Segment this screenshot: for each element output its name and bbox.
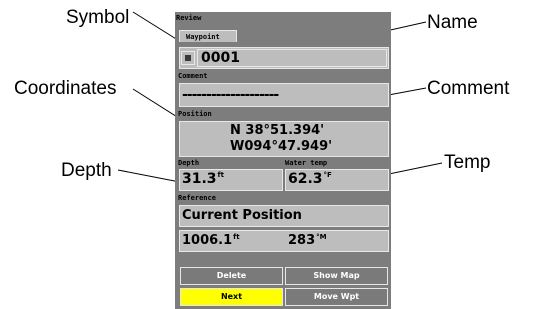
reference-field[interactable]: Current Position [179, 205, 389, 227]
name-value: 0001 [201, 50, 240, 66]
name-field[interactable]: 0001 [197, 49, 387, 67]
reference-label: Reference [178, 194, 216, 202]
symbol-callout: Symbol [66, 7, 130, 28]
waypoint-symbol-button[interactable] [181, 51, 195, 65]
tab-waypoint-label: Waypoint [186, 33, 220, 41]
distance-bearing-field: 1006.1ft 283°M [179, 230, 389, 252]
comment-label: Comment [178, 72, 208, 80]
distance-value: 1006.1ft [182, 233, 240, 248]
distance-number: 1006.1 [182, 233, 233, 248]
tab-waypoint[interactable]: Waypoint [179, 30, 237, 42]
depth-value: 31.3ft [182, 171, 224, 187]
depth-unit: ft [217, 171, 224, 179]
bearing-unit: °M [316, 233, 327, 241]
comment-callout: Comment [427, 78, 510, 99]
depth-field: 31.3ft [179, 169, 283, 191]
position-field[interactable]: N 38°51.394' W094°47.949' [179, 121, 389, 157]
reference-value: Current Position [182, 208, 302, 223]
water-temp-value: 62.3°F [288, 171, 332, 187]
depth-number: 31.3 [182, 171, 217, 187]
waypoint-review-screen: Review Waypoint 0001 Comment -----------… [175, 12, 391, 309]
water-temp-field: 62.3°F [285, 169, 389, 191]
depth-callout: Depth [61, 160, 112, 181]
water-temp-unit: °F [323, 171, 332, 179]
next-button[interactable]: Next [180, 288, 283, 306]
depth-label: Depth [178, 159, 200, 167]
bearing-number: 283 [288, 233, 316, 248]
comment-value: -------------------- [182, 87, 279, 103]
distance-unit: ft [233, 233, 240, 241]
temp-callout: Temp [444, 152, 491, 173]
bearing-value: 283°M [288, 233, 327, 248]
comment-field[interactable]: -------------------- [179, 83, 389, 107]
longitude-value: W094°47.949' [230, 139, 333, 154]
coordinates-callout: Coordinates [14, 78, 117, 99]
name-callout: Name [427, 12, 478, 33]
delete-button[interactable]: Delete [180, 267, 283, 285]
screen-title: Review [176, 14, 202, 22]
move-waypoint-button[interactable]: Move Wpt [285, 288, 388, 306]
waypoint-symbol-icon [185, 55, 191, 61]
symbol-leader [132, 11, 182, 43]
water-temp-number: 62.3 [288, 171, 323, 187]
position-label: Position [178, 110, 212, 118]
latitude-value: N 38°51.394' [230, 123, 325, 138]
water-temp-label: Water temp [285, 159, 328, 167]
show-map-button[interactable]: Show Map [285, 267, 388, 285]
